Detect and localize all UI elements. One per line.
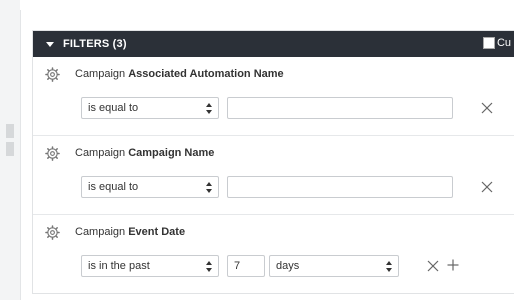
operator-value: is in the past <box>88 260 150 272</box>
filter-row: Campaign Associated Automation Name is e… <box>33 57 514 136</box>
filter-label: Campaign Associated Automation Name <box>75 68 284 80</box>
sidebar-marker <box>6 142 14 156</box>
operator-value: is equal to <box>88 181 139 193</box>
filters-header[interactable]: FILTERS (3) Cu <box>33 31 514 57</box>
filter-field-name: Event Date <box>128 226 186 238</box>
caret-down-icon[interactable] <box>46 41 54 47</box>
close-icon[interactable] <box>480 101 494 115</box>
background-sidebar <box>0 0 20 300</box>
operator-select[interactable]: is equal to <box>81 97 219 119</box>
value-input[interactable] <box>227 97 453 119</box>
sidebar-marker <box>6 124 14 138</box>
checkbox-label: Cu <box>496 37 511 49</box>
filter-field-name: Associated Automation Name <box>128 68 284 80</box>
select-arrows-icon <box>206 182 212 193</box>
operator-select[interactable]: is equal to <box>81 176 219 198</box>
operator-select[interactable]: is in the past <box>81 255 219 277</box>
filter-prefix: Campaign <box>75 147 126 159</box>
close-icon[interactable] <box>480 180 494 194</box>
select-arrows-icon <box>386 261 392 272</box>
operator-value: is equal to <box>88 102 139 114</box>
filter-label: Campaign Event Date <box>75 226 185 238</box>
select-arrows-icon <box>206 103 212 114</box>
number-input[interactable]: 7 <box>227 255 265 277</box>
filter-field-name: Campaign Name <box>128 147 215 159</box>
unit-select[interactable]: days <box>269 255 399 277</box>
close-icon[interactable] <box>426 259 440 273</box>
unit-value: days <box>276 260 300 272</box>
gear-icon[interactable] <box>45 225 60 240</box>
filters-panel: FILTERS (3) Cu Campaign Associated Autom… <box>32 30 514 294</box>
filter-row: Campaign Campaign Name is equal to <box>33 136 514 215</box>
filter-label: Campaign Campaign Name <box>75 147 214 159</box>
filters-title: FILTERS (3) <box>63 38 127 50</box>
plus-icon[interactable] <box>446 258 460 272</box>
select-arrows-icon <box>206 261 212 272</box>
filter-prefix: Campaign <box>75 226 126 238</box>
filter-row: Campaign Event Date is in the past 7 day… <box>33 215 514 293</box>
gear-icon[interactable] <box>45 67 60 82</box>
gear-icon[interactable] <box>45 146 60 161</box>
checkbox-box[interactable] <box>482 37 495 49</box>
filter-prefix: Campaign <box>75 68 126 80</box>
value-input[interactable] <box>227 176 453 198</box>
custom-checkbox[interactable]: Cu <box>482 37 511 49</box>
